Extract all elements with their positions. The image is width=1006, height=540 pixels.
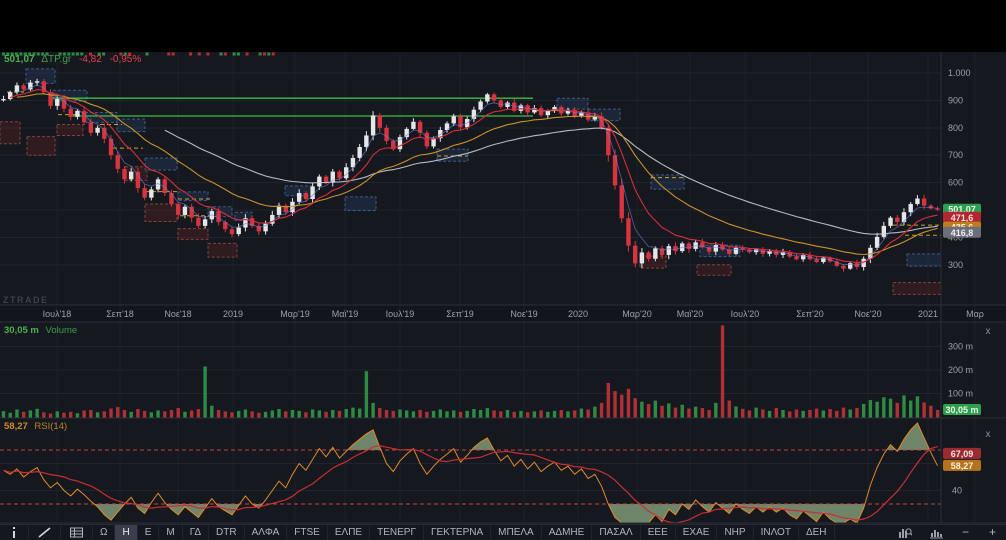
volume-pane-close-button[interactable]: x bbox=[981, 326, 995, 338]
chart-canvas[interactable]: 1.000900800700600500400300300 m200 m100 … bbox=[0, 0, 1006, 524]
svg-text:Νοε'20: Νοε'20 bbox=[854, 309, 881, 319]
svg-text:Σεπ'18: Σεπ'18 bbox=[106, 309, 134, 319]
svg-text:Μαρ'20: Μαρ'20 bbox=[622, 309, 652, 319]
symbol-tab-ΜΠΕΛΑ[interactable]: ΜΠΕΛΑ bbox=[491, 525, 542, 540]
legend-last-price: 501,07 bbox=[4, 54, 35, 65]
volume-label: Volume bbox=[45, 325, 78, 336]
symbol-tab-ΓΔ[interactable]: ΓΔ bbox=[183, 525, 210, 540]
symbol-tab-ΕΕΕ[interactable]: ΕΕΕ bbox=[641, 525, 676, 540]
svg-text:300: 300 bbox=[948, 260, 963, 270]
symbol-tab-ΕΧΑΕ[interactable]: ΕΧΑΕ bbox=[676, 525, 718, 540]
symbol-tab-ΝΗΡ[interactable]: ΝΗΡ bbox=[717, 525, 754, 540]
svg-text:58,27: 58,27 bbox=[951, 461, 974, 471]
timeframe-tabs: ΩΗΕΜ bbox=[93, 525, 183, 540]
symbol-tabs: ΓΔ DTR ΑΛΦΑ FTSE ΕΛΠΕ ΤΕΝΕΡΓ ΓΕΚΤΕΡΝΑ ΜΠΕΛΑ ΑΔΜΗ… bbox=[183, 525, 835, 540]
info-icon[interactable] bbox=[0, 525, 29, 540]
symbol-tab-ΑΔΜΗΕ[interactable]: ΑΔΜΗΕ bbox=[542, 525, 593, 540]
timeframe-tab-Μ[interactable]: Μ bbox=[159, 525, 183, 540]
svg-text:2020: 2020 bbox=[568, 309, 588, 319]
svg-text:471,6: 471,6 bbox=[951, 213, 974, 223]
toolbar-spacer bbox=[835, 525, 889, 540]
svg-text:Νοε'19: Νοε'19 bbox=[510, 309, 537, 319]
svg-text:40: 40 bbox=[952, 486, 962, 496]
svg-text:Σεπ'19: Σεπ'19 bbox=[446, 309, 474, 319]
legend-change: -4,82 bbox=[79, 54, 102, 65]
timeframe-tab-Ε[interactable]: Ε bbox=[138, 525, 160, 540]
platform-watermark: ZTRADE bbox=[3, 295, 49, 305]
bottom-toolbar: ΩΗΕΜ ΓΔ DTR ΑΛΦΑ FTSE ΕΛΠΕ ΤΕΝΕΡΓ ΓΕΚΤΕΡΝΑ ΜΠΕΛ… bbox=[0, 524, 1006, 540]
watchlist-icon[interactable] bbox=[61, 525, 93, 540]
svg-text:416,8: 416,8 bbox=[951, 228, 974, 238]
trading-chart-window: 1.000900800700600500400300300 m200 m100 … bbox=[0, 0, 1006, 540]
legend-symbol[interactable]: ΔTP.gr bbox=[41, 54, 71, 65]
svg-text:Μαϊ'20: Μαϊ'20 bbox=[677, 309, 703, 319]
zoom-in-button[interactable]: + bbox=[979, 525, 1006, 540]
symbol-tab-ΠΑΣΑΛ[interactable]: ΠΑΣΑΛ bbox=[592, 525, 641, 540]
volume-value: 30,05 m bbox=[4, 325, 39, 336]
svg-text:2019: 2019 bbox=[223, 309, 243, 319]
rsi-pane-close-button[interactable]: x bbox=[981, 429, 995, 441]
symbol-tab-ΕΛΠΕ[interactable]: ΕΛΠΕ bbox=[328, 525, 371, 540]
volume-legend: 30,05 m Volume bbox=[4, 325, 77, 336]
symbol-tab-ΤΕΝΕΡΓ[interactable]: ΤΕΝΕΡΓ bbox=[370, 525, 424, 540]
svg-text:30,05 m: 30,05 m bbox=[945, 405, 978, 415]
chart-search-icon[interactable] bbox=[889, 525, 921, 540]
svg-text:Ιουλ'19: Ιουλ'19 bbox=[386, 309, 415, 319]
svg-text:Μαρ: Μαρ bbox=[966, 309, 984, 319]
svg-text:900: 900 bbox=[948, 95, 963, 105]
svg-text:Ιουλ'18: Ιουλ'18 bbox=[43, 309, 72, 319]
svg-text:800: 800 bbox=[948, 123, 963, 133]
symbol-tab-ΓΕΚΤΕΡΝΑ[interactable]: ΓΕΚΤΕΡΝΑ bbox=[424, 525, 492, 540]
symbol-tab-ΙΝΛΟΤ[interactable]: ΙΝΛΟΤ bbox=[754, 525, 799, 540]
symbol-tab-DTR[interactable]: DTR bbox=[209, 525, 245, 540]
timeframe-tab-Ω[interactable]: Ω bbox=[93, 525, 116, 540]
timeframe-tab-Η[interactable]: Η bbox=[115, 525, 138, 540]
symbol-tab-ΔΕΗ[interactable]: ΔΕΗ bbox=[799, 525, 835, 540]
toolbar-right-controls: − + bbox=[889, 525, 1006, 540]
svg-text:Μαϊ'19: Μαϊ'19 bbox=[332, 309, 358, 319]
svg-text:67,09: 67,09 bbox=[951, 449, 974, 459]
svg-text:Νοε'18: Νοε'18 bbox=[164, 309, 191, 319]
svg-text:300 m: 300 m bbox=[948, 342, 973, 352]
zoom-out-button[interactable]: − bbox=[952, 525, 979, 540]
price-legend: 501,07 ΔTP.gr -4,82 -0,95% bbox=[4, 54, 141, 65]
svg-text:Μαρ'19: Μαρ'19 bbox=[280, 309, 310, 319]
histogram-icon[interactable] bbox=[921, 525, 952, 540]
symbol-tab-FTSE[interactable]: FTSE bbox=[287, 525, 328, 540]
svg-text:2021: 2021 bbox=[918, 309, 938, 319]
svg-text:1.000: 1.000 bbox=[948, 68, 971, 78]
legend-change-pct: -0,95% bbox=[109, 54, 142, 65]
svg-text:100 m: 100 m bbox=[948, 389, 973, 399]
symbol-tab-ΑΛΦΑ[interactable]: ΑΛΦΑ bbox=[245, 525, 288, 540]
svg-text:200 m: 200 m bbox=[948, 365, 973, 375]
svg-text:700: 700 bbox=[948, 150, 963, 160]
rsi-value: 58,27 bbox=[4, 421, 28, 432]
svg-text:Σεπ'20: Σεπ'20 bbox=[796, 309, 824, 319]
rsi-label: RSI(14) bbox=[34, 421, 68, 432]
rsi-legend: 58,27 RSI(14) bbox=[4, 421, 67, 432]
svg-text:Ιουλ'20: Ιουλ'20 bbox=[731, 309, 760, 319]
svg-text:600: 600 bbox=[948, 178, 963, 188]
trendline-tool-icon[interactable] bbox=[29, 525, 61, 540]
